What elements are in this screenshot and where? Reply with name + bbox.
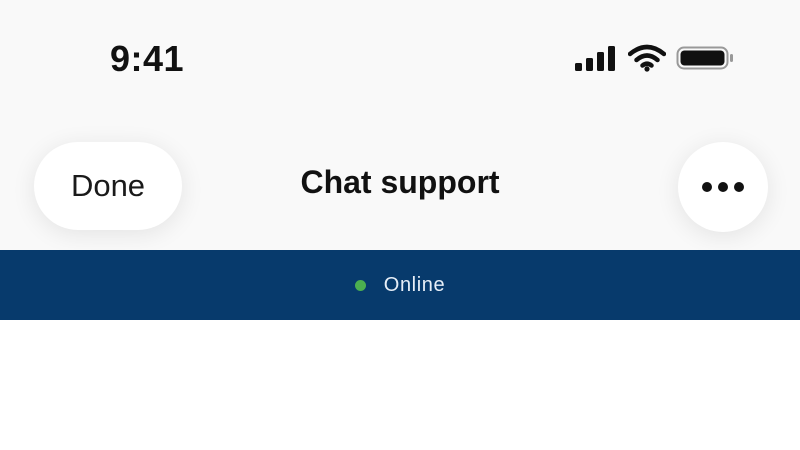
chat-support-screen: 9:41 Done Chat support Online (0, 0, 800, 450)
online-status-text: Online (383, 273, 446, 296)
battery-icon (676, 46, 733, 70)
more-horizontal-icon (702, 182, 744, 192)
page-title: Chat support (300, 164, 500, 200)
status-icons (574, 44, 734, 72)
online-status-dot (354, 279, 366, 291)
cellular-signal-icon (575, 46, 615, 71)
done-button[interactable]: Done (34, 142, 182, 230)
status-bar: 9:41 (0, 0, 800, 108)
wifi-icon (628, 44, 666, 72)
online-status-banner: Online (0, 250, 800, 320)
chat-message-area[interactable] (0, 320, 800, 450)
status-time: 9:41 (110, 38, 185, 79)
more-options-button[interactable] (678, 142, 768, 232)
navigation-header: Done Chat support (0, 108, 800, 250)
